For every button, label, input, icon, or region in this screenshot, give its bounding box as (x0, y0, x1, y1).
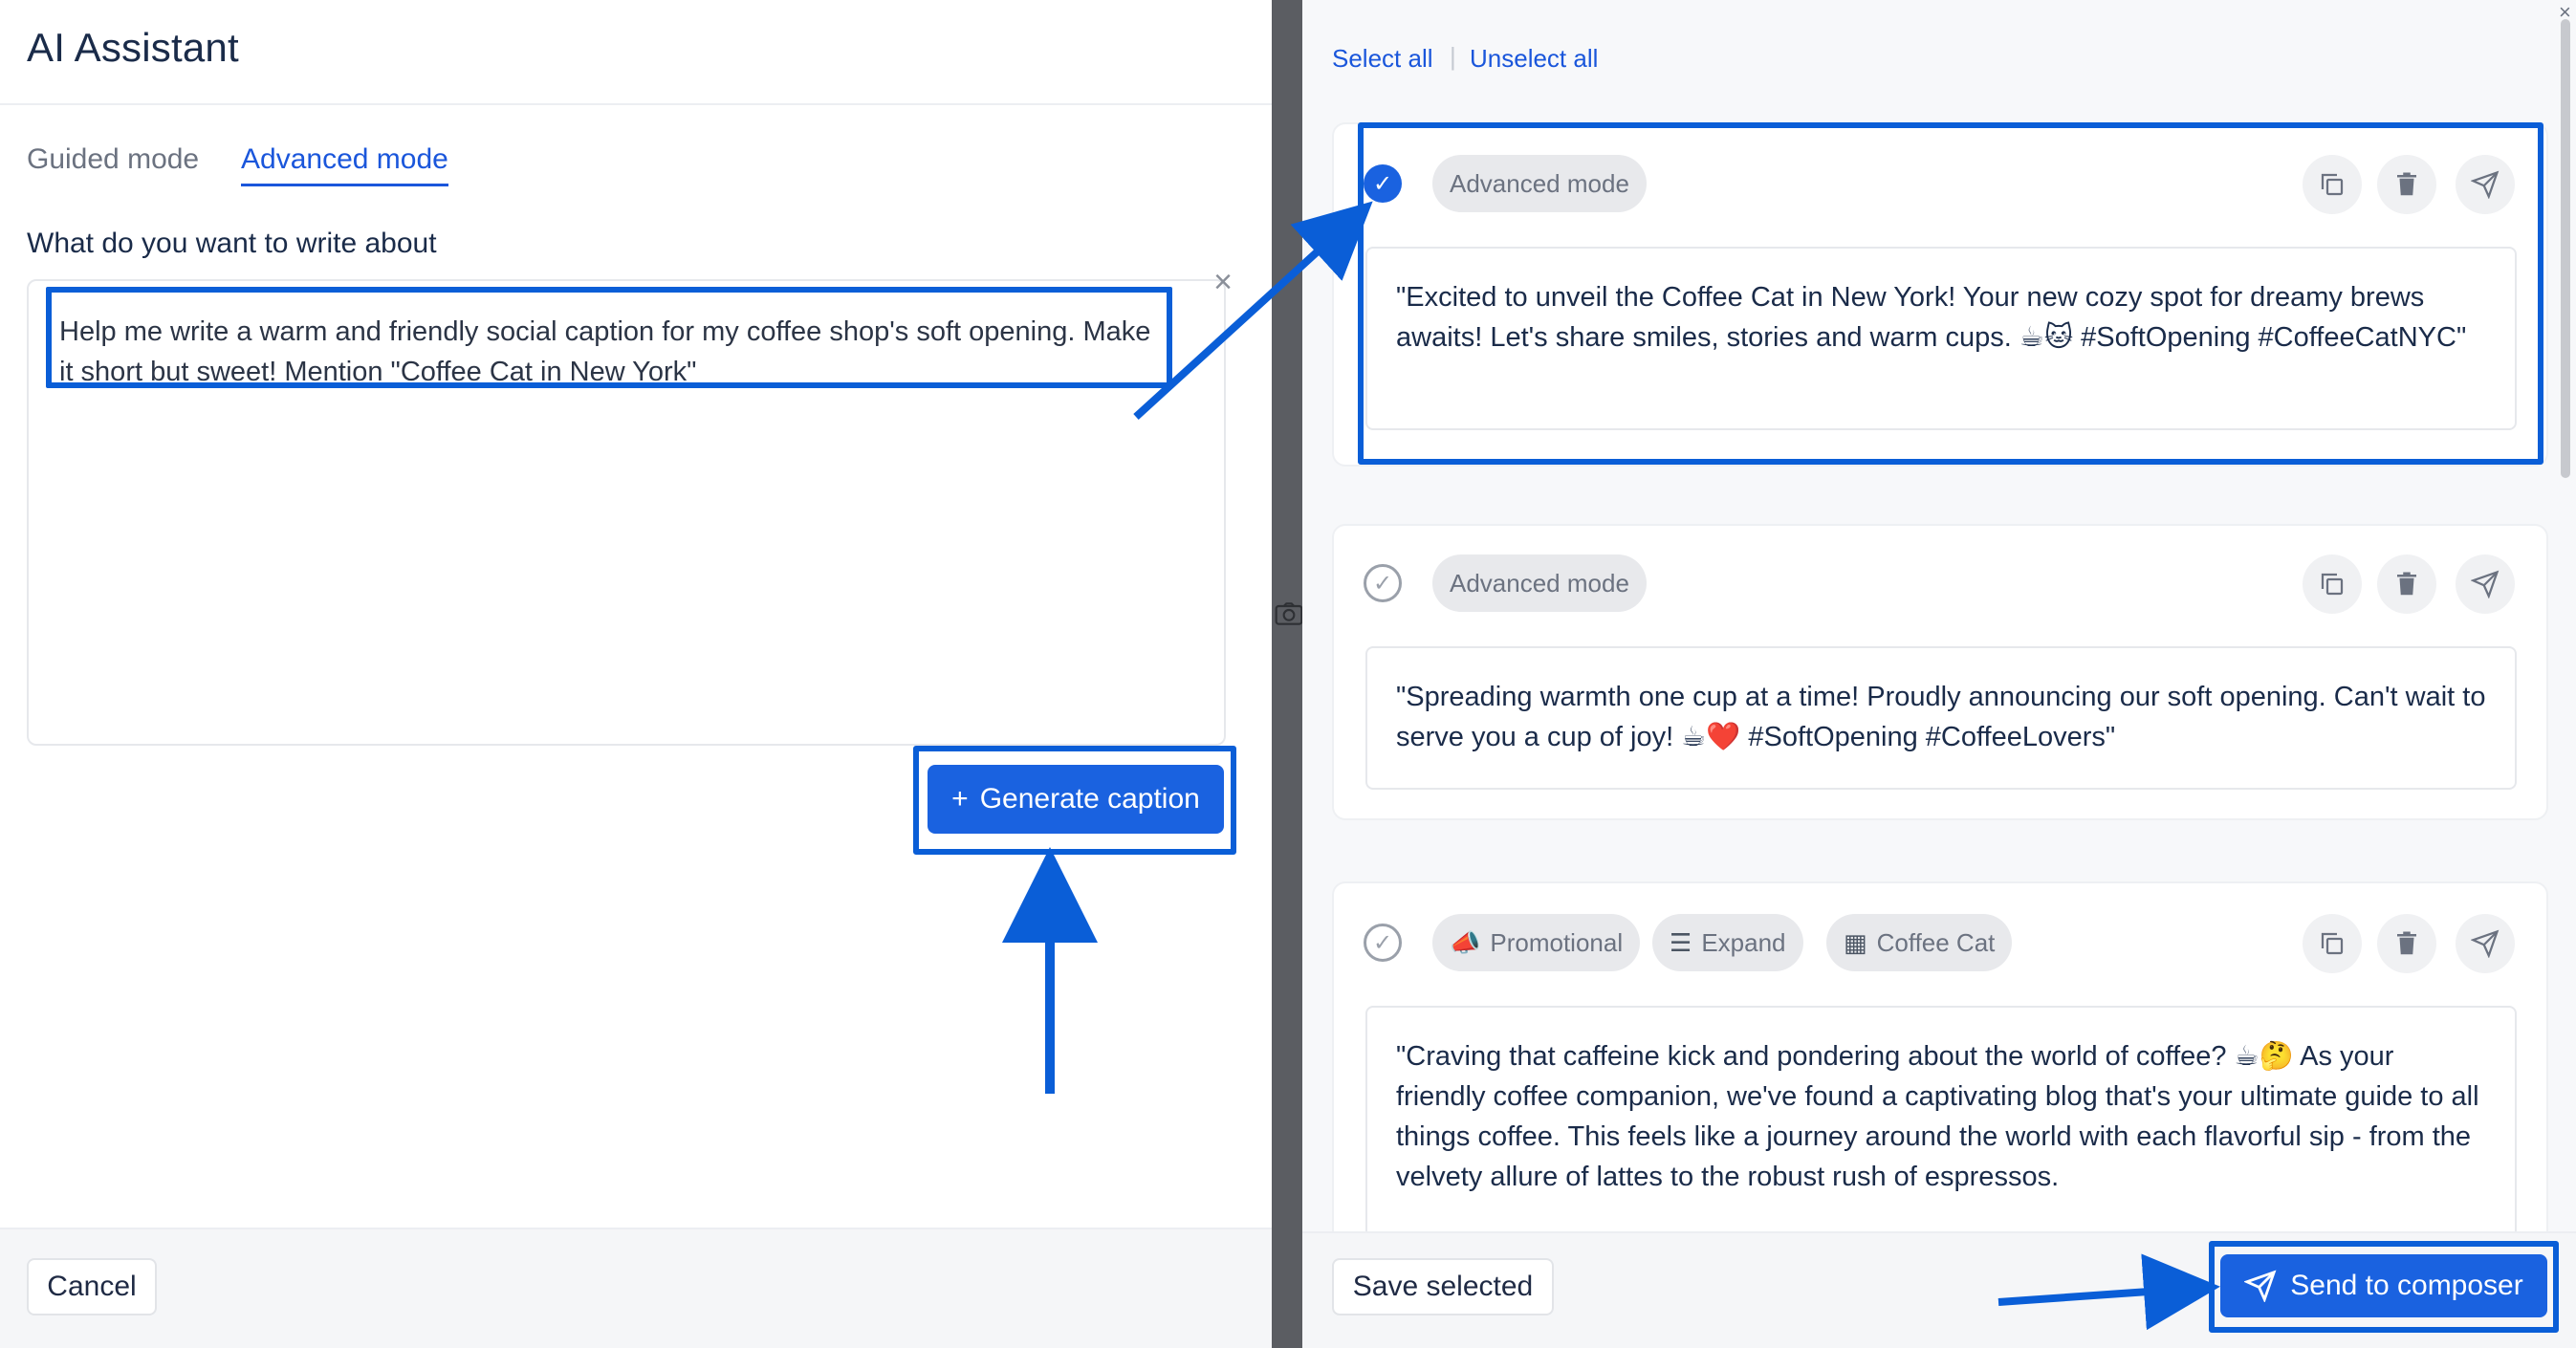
send-highlight-box (2209, 1241, 2559, 1333)
tag-chip: ☰ Expand (1652, 914, 1803, 971)
prompt-highlight-box (46, 287, 1172, 388)
caption-text[interactable]: "Spreading warmth one cup at a time! Pro… (1396, 677, 2486, 757)
card-highlight-box (1358, 122, 2543, 465)
send-icon[interactable] (2456, 554, 2515, 614)
building-icon: ▦ (1844, 927, 1867, 957)
lines-icon: ☰ (1670, 927, 1692, 957)
copy-icon[interactable] (2303, 554, 2362, 614)
scrollbar[interactable] (2561, 19, 2570, 478)
tag-label: Expand (1701, 927, 1786, 957)
tab-advanced-mode[interactable]: Advanced mode (241, 143, 448, 186)
link-separator: | (1450, 42, 1456, 71)
send-icon[interactable] (2456, 914, 2515, 973)
camera-icon (1272, 598, 1306, 633)
check-icon[interactable]: ✓ (1364, 924, 1402, 962)
tag-label: Coffee Cat (1876, 927, 1996, 957)
select-all-link[interactable]: Select all (1332, 44, 1433, 74)
left-footer (0, 1228, 1272, 1348)
close-icon[interactable]: × (1207, 266, 1239, 298)
tag-chip: Advanced mode (1432, 554, 1647, 612)
tag-chip: 📣 Promotional (1432, 914, 1641, 971)
copy-icon[interactable] (2303, 914, 2362, 973)
page-title: AI Assistant (27, 25, 239, 70)
prompt-label: What do you want to write about (27, 228, 437, 259)
tag-label: Advanced mode (1450, 568, 1629, 598)
save-selected-button[interactable]: Save selected (1332, 1258, 1554, 1315)
caption-text[interactable]: "Craving that caffeine kick and ponderin… (1396, 1036, 2486, 1197)
check-icon[interactable]: ✓ (1364, 564, 1402, 602)
unselect-all-link[interactable]: Unselect all (1470, 44, 1598, 74)
trash-icon[interactable] (2377, 554, 2436, 614)
megaphone-icon: 📣 (1450, 927, 1481, 957)
tag-label: Promotional (1490, 927, 1624, 957)
tab-guided-mode[interactable]: Guided mode (27, 143, 199, 184)
cancel-button[interactable]: Cancel (27, 1258, 157, 1315)
trash-icon[interactable] (2377, 914, 2436, 973)
tag-chip: ▦ Coffee Cat (1826, 914, 2013, 971)
generate-highlight-box (913, 746, 1236, 855)
